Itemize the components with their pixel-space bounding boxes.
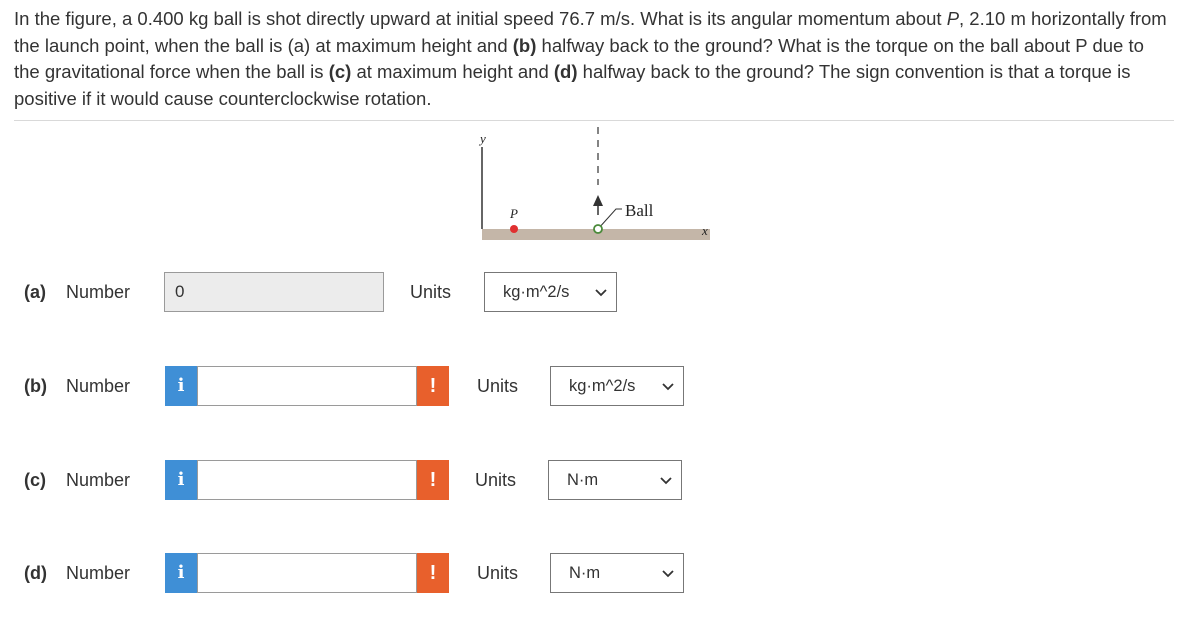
number-label: Number	[66, 282, 131, 302]
warning-icon[interactable]: !	[417, 460, 449, 500]
part-label: (b)	[24, 376, 47, 396]
question-seg4: at maximum height and	[351, 61, 554, 82]
units-label: Units	[410, 282, 452, 302]
number-label: Number	[66, 376, 131, 396]
number-label: Number	[66, 563, 131, 583]
units-a-select[interactable]: kg·m^2/s	[484, 272, 617, 312]
info-icon[interactable]: i	[165, 366, 197, 406]
selected-unit: N·m	[567, 471, 599, 489]
warning-icon[interactable]: !	[417, 553, 449, 593]
question-d-tag: (d)	[553, 61, 578, 82]
info-icon[interactable]: i	[165, 553, 197, 593]
number-label: Number	[66, 470, 131, 490]
figure-diagram: y Ball P x	[478, 127, 710, 240]
ball-label: Ball	[625, 201, 654, 220]
part-label: (a)	[24, 282, 46, 302]
part-label: (c)	[24, 470, 46, 490]
arrowhead	[593, 195, 603, 206]
x-axis-label: x	[701, 223, 708, 238]
units-label: Units	[477, 563, 519, 583]
part-label: (d)	[24, 563, 47, 583]
chevron-down-icon	[662, 570, 674, 578]
units-d-select[interactable]: N·m	[550, 553, 684, 593]
answer-row-c: (c) Number i ! Units N·m	[0, 460, 1187, 502]
chevron-down-icon	[662, 383, 674, 391]
answer-b-input[interactable]	[197, 366, 417, 406]
question-c-tag: (c)	[328, 61, 352, 82]
selected-unit: N·m	[569, 564, 601, 582]
question-b-tag: (b)	[512, 34, 537, 56]
warning-icon[interactable]: !	[417, 366, 449, 406]
point-p-dot	[510, 225, 518, 233]
selected-unit: kg·m^2/s	[569, 377, 636, 395]
selected-unit: kg·m^2/s	[503, 283, 570, 301]
answer-d-input[interactable]	[197, 553, 417, 593]
question-seg1: In the figure, a 0.400 kg ball is shot d…	[14, 8, 947, 29]
answer-c-input[interactable]	[197, 460, 417, 500]
chevron-down-icon	[595, 289, 607, 297]
launch-point	[593, 224, 603, 234]
divider	[14, 120, 1174, 121]
question-text: In the figure, a 0.400 kg ball is shot d…	[14, 6, 1174, 112]
answer-row-b: (b) Number i ! Units kg·m^2/s	[0, 366, 1187, 408]
units-c-select[interactable]: N·m	[548, 460, 682, 500]
p-label: P	[509, 206, 518, 221]
units-b-select[interactable]: kg·m^2/s	[550, 366, 684, 406]
units-label: Units	[477, 376, 519, 396]
units-label: Units	[475, 470, 517, 490]
answer-row-a: (a) Number Units kg·m^2/s	[0, 272, 1187, 314]
y-axis-label: y	[478, 131, 486, 146]
info-icon[interactable]: i	[165, 460, 197, 500]
answer-row-d: (d) Number i ! Units N·m	[0, 553, 1187, 595]
question-p-variable: P	[946, 8, 960, 29]
answer-a-input[interactable]	[164, 272, 384, 312]
chevron-down-icon	[660, 477, 672, 485]
